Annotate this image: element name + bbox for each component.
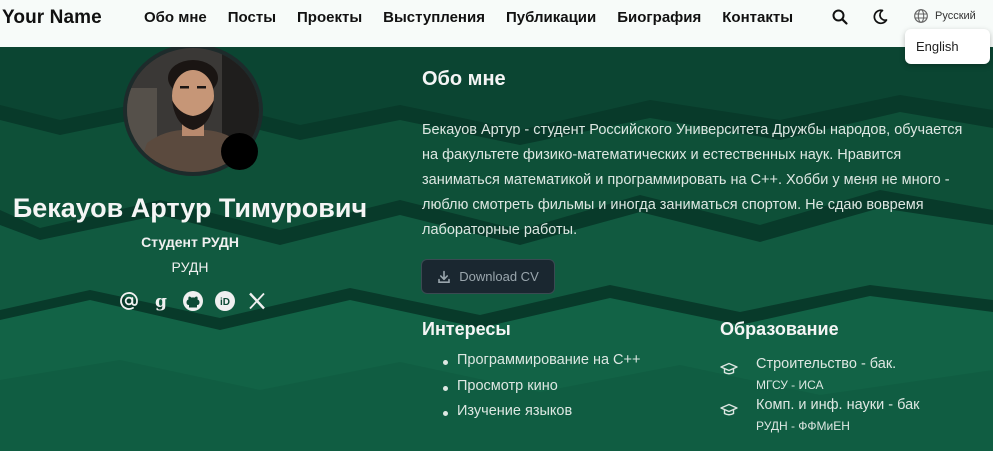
nav-link-talks[interactable]: Выступления [383, 9, 485, 26]
nav-link-contacts[interactable]: Контакты [722, 9, 793, 26]
education-title: Образование [720, 319, 839, 339]
brand-logo-text[interactable]: Your Name [2, 7, 102, 29]
globe-icon [914, 9, 928, 23]
interest-item: Изучение языков [440, 403, 640, 429]
interest-item: Просмотр кино [440, 378, 640, 404]
social-links: g iD [118, 290, 268, 312]
about-line: Бекауов Артур - студент Российского Унив… [422, 122, 963, 138]
interests-title: Интересы [422, 319, 511, 339]
nav-links: Обо мне Посты Проекты Выступления Публик… [144, 9, 814, 26]
education-degree: Строительство - бак. [756, 356, 897, 372]
about-line: лабораторные работы. [422, 222, 578, 238]
download-icon [438, 270, 451, 283]
svg-text:iD: iD [220, 297, 230, 308]
nav-link-about[interactable]: Обо мне [144, 9, 207, 26]
about-text: Бекауов Артур - студент Российского Унив… [422, 118, 993, 243]
github-icon[interactable] [182, 290, 204, 312]
about-line: заниматься математикой и программировать… [422, 172, 950, 188]
search-icon[interactable] [831, 8, 849, 26]
google-scholar-icon[interactable]: g [150, 290, 172, 312]
profile-name: Бекауов Артур Тимурович [12, 193, 368, 223]
navbar: Your Name Обо мне Посты Проекты Выступле… [0, 0, 993, 47]
graduation-cap-icon [720, 362, 738, 375]
profile-role: Студент РУДН [141, 234, 239, 250]
about-line: люблю смотреть фильмы и иногда заниматьс… [422, 197, 924, 213]
orcid-icon[interactable]: iD [214, 290, 236, 312]
nav-link-publications[interactable]: Публикации [506, 9, 596, 26]
education-item: Комп. и инф. науки - бак РУДН - ФФМиЕН [720, 397, 980, 437]
education-degree: Комп. и инф. науки - бак [756, 397, 920, 413]
nav-link-biography[interactable]: Биография [617, 9, 701, 26]
interest-item: Программирование на C++ [440, 352, 640, 378]
profile-organization: РУДН [171, 259, 209, 275]
graduation-cap-icon [720, 403, 738, 416]
at-icon[interactable] [118, 290, 140, 312]
x-icon[interactable] [246, 290, 268, 312]
moon-icon[interactable] [871, 8, 889, 26]
interests-list: Программирование на C++ Просмотр кино Из… [440, 352, 640, 429]
nav-link-posts[interactable]: Посты [228, 9, 276, 26]
about-line: на факультете физико-математических и ес… [422, 147, 902, 163]
status-indicator [221, 133, 258, 170]
download-cv-label: Download CV [459, 269, 539, 284]
svg-text:g: g [155, 292, 167, 311]
education-institution: МГСУ - ИСА [756, 378, 824, 392]
education-institution: РУДН - ФФМиЕН [756, 419, 850, 433]
education-item: Строительство - бак. МГСУ - ИСА [720, 356, 980, 396]
language-selector[interactable]: Русский [913, 8, 976, 24]
download-cv-button[interactable]: Download CV [421, 259, 555, 294]
language-option-english[interactable]: English [916, 39, 959, 54]
language-dropdown: English [905, 29, 990, 64]
nav-link-projects[interactable]: Проекты [297, 9, 362, 26]
about-title: Обо мне [422, 68, 506, 90]
language-current: Русский [935, 10, 976, 22]
